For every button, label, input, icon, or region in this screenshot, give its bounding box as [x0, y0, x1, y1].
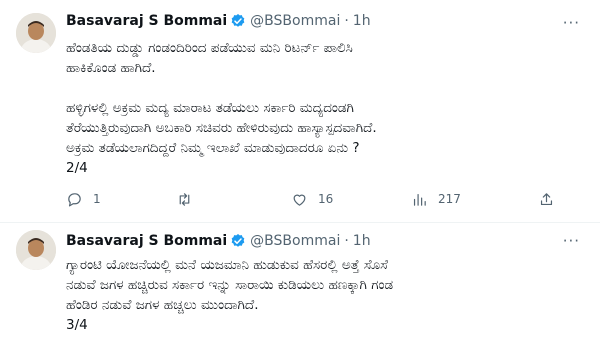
like-button[interactable]: 16: [291, 188, 333, 210]
avatar[interactable]: [16, 230, 56, 270]
tweet-text-line: ನಡುವೆ ಜಗಳ ಹಚ್ಚಿರುವ ಸರ್ಕಾರ ಇನ್ನು ಸಾರಾಯಿ ಕ…: [66, 277, 394, 293]
tweet-text: ಹೆಂಡತಿಯ ದುಡ್ಡು ಗಂಡಂದಿರಿಂದ ಪಡೆಯುವ ಮನಿ ರಿಟ…: [66, 38, 566, 178]
tweet[interactable]: Basavaraj S Bommai @BSBommai · 1h ··· ಗ್…: [0, 222, 600, 339]
views-icon: [413, 193, 426, 206]
retweet-button[interactable]: [176, 188, 203, 210]
tweet[interactable]: Basavaraj S Bommai @BSBommai · 1h ··· ಹೆ…: [0, 0, 600, 222]
share-icon: [540, 192, 553, 205]
retweet-icon: [179, 192, 190, 206]
verified-badge-icon: [231, 14, 245, 27]
tweet-text-line: ತೆರೆಯುತ್ತಿರುವುದಾಗಿ ಅಬಕಾರಿ ಸಚಿವರು ಹೇಳಿರುವ…: [66, 120, 377, 136]
tweet-header: Basavaraj S Bommai @BSBommai · 1h: [66, 11, 371, 31]
avatar-image: [16, 230, 56, 270]
tweet-text-line: ಗ್ಯಾರಂಟಿ ಯೋಜನೆಯಲ್ಲಿ ಮನೆ ಯಜಮಾನಿ ಹುಡುಕುವ ಹ…: [66, 257, 388, 273]
avatar[interactable]: [16, 13, 56, 53]
thread-counter: 3/4: [66, 317, 88, 333]
author-name[interactable]: Basavaraj S Bommai: [66, 233, 227, 249]
more-icon[interactable]: ···: [563, 232, 580, 250]
tweet-text-line: ಹೆಂಡತಿಯ ದುಡ್ಡು ಗಂಡಂದಿರಿಂದ ಪಡೆಯುವ ಮನಿ ರಿಟ…: [66, 40, 353, 56]
avatar-image: [16, 13, 56, 53]
like-icon: [293, 194, 306, 206]
reply-icon: [68, 192, 81, 206]
separator-dot: ·: [344, 13, 349, 29]
tweet-text-line: ಹಳ್ಳಿಗಳಲ್ಲಿ ಅಕ್ರಮ ಮದ್ಯ ಮಾರಾಟ ತಡೆಯಲು ಸರ್ಕ…: [66, 100, 354, 116]
separator-dot: ·: [344, 233, 349, 249]
thread-counter: 2/4: [66, 160, 88, 176]
tweet-text-line: ಹೆಂಡಿರ ನಡುವೆ ಜಗಳ ಹಚ್ಚಲು ಮುಂದಾಗಿದೆ.: [66, 297, 259, 313]
timestamp[interactable]: 1h: [353, 233, 371, 249]
tweet-header: Basavaraj S Bommai @BSBommai · 1h: [66, 231, 371, 251]
verified-badge-icon: [231, 234, 245, 247]
like-count: 16: [318, 192, 334, 206]
views-button[interactable]: 217: [411, 188, 461, 210]
tweet-text-line: ಅಕ್ರಮ ತಡೆಯಲಾಗದಿದ್ದರೆ ನಿಮ್ಮ ಇಲಾಖೆ ಮಾಡುವುದ…: [66, 140, 360, 156]
tweet-actions: 1 16 217: [66, 188, 566, 210]
reply-button[interactable]: 1: [66, 188, 101, 210]
author-name[interactable]: Basavaraj S Bommai: [66, 13, 227, 29]
views-count: 217: [438, 192, 461, 206]
tweet-text-line: ಹಾಕಿಕೊಂಡ ಹಾಗಿದೆ.: [66, 60, 156, 76]
author-handle[interactable]: @BSBommai: [250, 233, 340, 249]
reply-count: 1: [93, 192, 101, 206]
share-button[interactable]: [538, 188, 555, 210]
timestamp[interactable]: 1h: [353, 13, 371, 29]
more-icon[interactable]: ···: [563, 14, 580, 32]
tweet-text: ಗ್ಯಾರಂಟಿ ಯೋಜನೆಯಲ್ಲಿ ಮನೆ ಯಜಮಾನಿ ಹುಡುಕುವ ಹ…: [66, 255, 566, 335]
author-handle[interactable]: @BSBommai: [250, 13, 340, 29]
